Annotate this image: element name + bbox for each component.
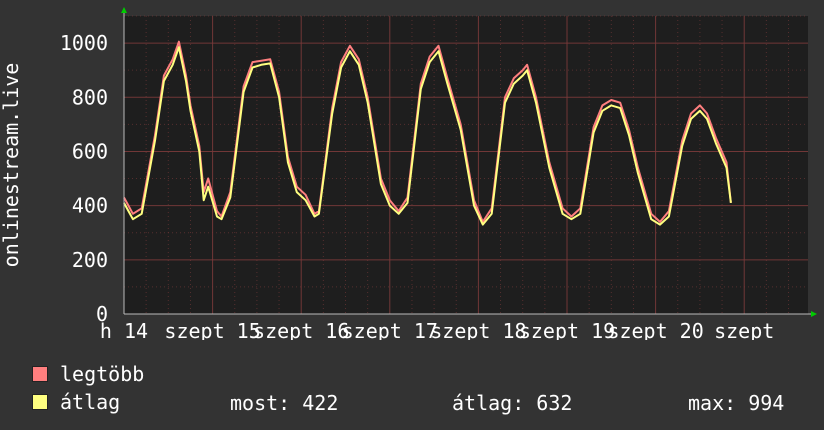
legend-label-avg: átlag bbox=[60, 390, 121, 414]
x-tick-label: szept 17 bbox=[342, 319, 438, 340]
x-tick-label: szept 15 bbox=[164, 319, 260, 340]
stat-current: most: 422 bbox=[230, 391, 339, 415]
stat-max: max: 994 bbox=[688, 391, 785, 415]
stat-average: átlag: 632 bbox=[452, 391, 573, 415]
x-tick-label: h 14 bbox=[100, 319, 148, 340]
legend-swatch-avg bbox=[32, 394, 48, 410]
y-axis-arrow bbox=[121, 7, 127, 13]
legend-swatch-max bbox=[32, 366, 48, 382]
x-tick-label: szept bbox=[714, 319, 774, 340]
y-tick-label: 400 bbox=[72, 194, 108, 218]
x-tick-label: szept 20 bbox=[607, 319, 703, 340]
y-tick-label: 200 bbox=[72, 248, 108, 272]
x-axis-ticks: h 14 szept 15szept 16szept 17szept 18szep… bbox=[100, 319, 774, 340]
chart-canvas: 02004006008001000 h 14 szept 15szept 16sz… bbox=[0, 7, 817, 340]
x-tick-label: szept 19 bbox=[519, 319, 615, 340]
x-axis-arrow bbox=[811, 311, 817, 317]
y-axis-label: onlinestream.live bbox=[0, 63, 23, 268]
y-tick-label: 800 bbox=[72, 85, 108, 109]
legend-item-avg: átlag bbox=[32, 390, 121, 414]
x-tick-label: szept 18 bbox=[430, 319, 526, 340]
legend-item-max: legtöbb bbox=[32, 362, 145, 386]
y-tick-label: 600 bbox=[72, 139, 108, 163]
x-tick-label: szept 16 bbox=[253, 319, 349, 340]
y-tick-label: 1000 bbox=[60, 31, 108, 55]
y-axis-ticks: 02004006008001000 bbox=[60, 31, 108, 326]
legend-label-max: legtöbb bbox=[60, 362, 145, 386]
